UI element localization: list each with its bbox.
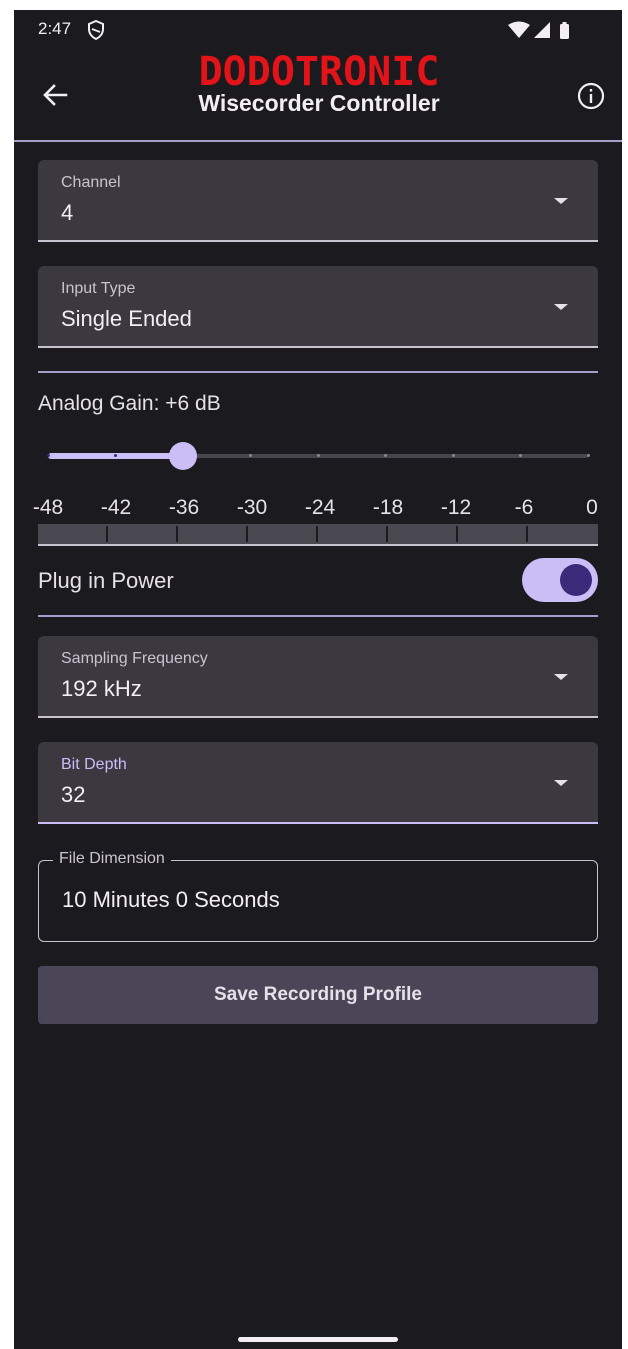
channel-label: Channel — [61, 174, 121, 191]
system-status-icons — [508, 21, 569, 39]
meter-tick — [526, 526, 528, 542]
input-type-label: Input Type — [61, 280, 136, 297]
gain-scale-label: -30 — [236, 496, 268, 519]
status-time: 2:47 — [38, 19, 72, 38]
app-bar: DODOTRONIC Wisecorder Controller — [14, 50, 622, 140]
section-divider — [38, 371, 598, 373]
file-dimension-value: 10 Minutes 0 Seconds — [62, 887, 280, 912]
vpn-shield-icon — [88, 20, 104, 40]
dropdown-arrow-icon — [554, 304, 568, 310]
battery-icon — [560, 24, 569, 39]
level-meter — [38, 524, 598, 546]
slider-step-dot — [519, 454, 522, 457]
page-title: Wisecorder Controller — [198, 90, 440, 116]
toggle-knob — [560, 564, 592, 596]
save-recording-profile-button[interactable]: Save Recording Profile — [38, 966, 598, 1024]
gain-scale-label: 0 — [586, 496, 598, 519]
channel-dropdown[interactable]: Channel 4 — [38, 160, 598, 242]
slider-thumb[interactable] — [169, 442, 197, 470]
sampling-frequency-label: Sampling Frequency — [61, 650, 208, 667]
plug-in-power-toggle[interactable] — [522, 558, 598, 602]
info-icon[interactable] — [576, 81, 606, 111]
gain-scale-label: -48 — [32, 496, 64, 519]
plug-in-power-label: Plug in Power — [38, 568, 174, 593]
dropdown-arrow-icon — [554, 780, 568, 786]
analog-gain-label: Analog Gain: +6 dB — [38, 392, 221, 415]
slider-step-dot — [586, 454, 590, 457]
status-bar: 2:47 — [14, 10, 622, 50]
bit-depth-value: 32 — [61, 782, 86, 807]
gain-scale-label: -24 — [304, 496, 336, 519]
app-bar-divider — [14, 140, 622, 142]
gain-scale-labels: -48 -42 -36 -30 -24 -18 -12 -6 0 — [33, 496, 602, 526]
slider-step-dot — [46, 454, 50, 457]
bit-depth-dropdown[interactable]: Bit Depth 32 — [38, 742, 598, 824]
section-divider — [38, 615, 598, 617]
signal-icon — [534, 22, 550, 38]
dropdown-arrow-icon — [554, 674, 568, 680]
meter-tick — [246, 526, 248, 542]
gain-scale-label: -12 — [440, 496, 472, 519]
meter-tick — [316, 526, 318, 542]
sampling-frequency-dropdown[interactable]: Sampling Frequency 192 kHz — [38, 636, 598, 718]
slider-step-dot — [249, 454, 252, 457]
meter-tick — [456, 526, 458, 542]
dropdown-arrow-icon — [554, 198, 568, 204]
back-arrow-icon[interactable] — [40, 80, 70, 110]
meter-tick — [386, 526, 388, 542]
channel-value: 4 — [61, 200, 74, 225]
home-indicator[interactable] — [238, 1337, 398, 1342]
app-screen: 2:47 DODOTRONIC Wisecorder Controller Ch… — [14, 10, 622, 1349]
gain-scale-label: -42 — [100, 496, 132, 519]
gain-scale-label: -18 — [372, 496, 404, 519]
gain-scale-label: -6 — [514, 496, 534, 519]
input-type-value: Single Ended — [61, 306, 192, 331]
analog-gain-slider[interactable] — [46, 440, 590, 472]
bit-depth-label: Bit Depth — [61, 756, 127, 773]
brand-logo: DODOTRONIC — [198, 49, 440, 95]
input-type-dropdown[interactable]: Input Type Single Ended — [38, 266, 598, 348]
file-dimension-field[interactable]: File Dimension 10 Minutes 0 Seconds — [38, 850, 598, 942]
meter-tick — [106, 526, 108, 542]
wifi-icon — [508, 21, 530, 38]
gain-scale-label: -36 — [168, 496, 200, 519]
slider-step-dot — [451, 454, 455, 457]
file-dimension-label: File Dimension — [53, 850, 171, 868]
slider-step-dot — [316, 454, 320, 457]
slider-step-dot — [384, 454, 387, 457]
meter-tick — [176, 526, 178, 542]
sampling-frequency-value: 192 kHz — [61, 676, 142, 701]
slider-step-dot — [114, 454, 117, 457]
